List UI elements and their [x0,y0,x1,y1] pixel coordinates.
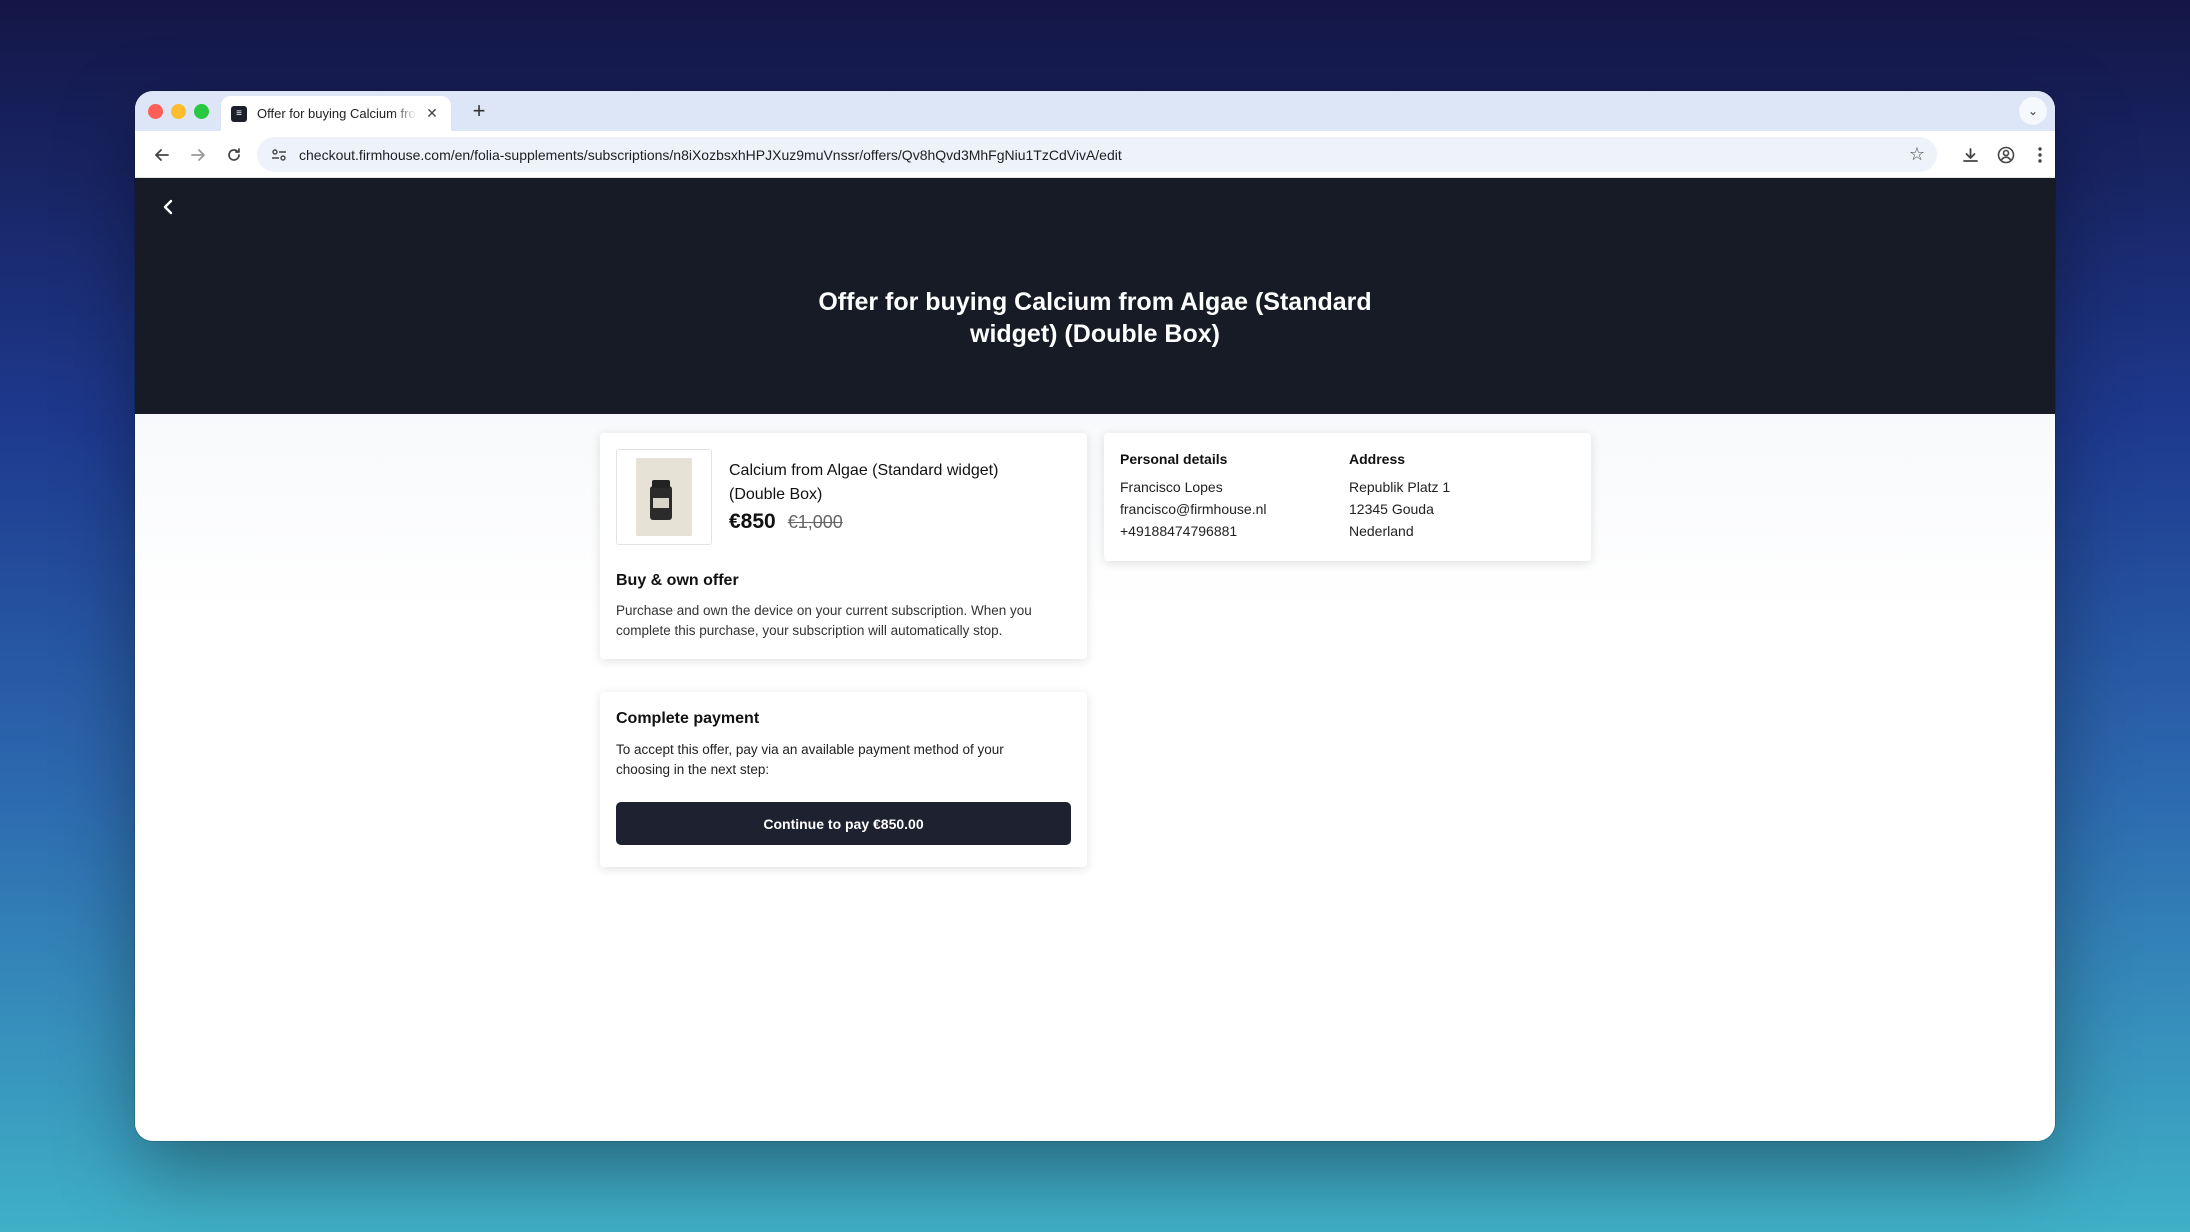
offer-price: €850 [729,510,776,533]
address-country: Nederland [1349,523,1414,539]
reload-icon[interactable] [219,140,249,170]
payment-title: Complete payment [616,710,760,727]
back-arrow-icon[interactable] [147,140,177,170]
close-tab-icon[interactable]: ✕ [423,105,441,122]
kebab-menu-icon[interactable] [2025,140,2055,170]
price-row: €850 €1,000 [729,510,843,534]
product-card: Calcium from Algae (Standard widget) (Do… [600,433,1087,659]
address-section: Address Republik Platz 1 12345 Gouda Ned… [1349,451,1450,542]
personal-details-heading: Personal details [1120,451,1228,467]
page-header: Offer for buying Calcium from Algae (Sta… [135,178,2055,414]
customer-name: Francisco Lopes [1120,479,1223,495]
offer-title: Buy & own offer [616,572,739,589]
product-jar-image [650,480,672,520]
maximize-window-button[interactable] [194,104,209,119]
original-price: €1,000 [787,512,843,532]
address-city: 12345 Gouda [1349,501,1434,517]
address-street: Republik Platz 1 [1349,479,1451,495]
product-image [616,449,712,545]
browser-toolbar: checkout.firmhouse.com/en/folia-suppleme… [135,131,2055,178]
forward-arrow-icon[interactable] [183,140,213,170]
continue-to-pay-button[interactable]: Continue to pay €850.00 [616,802,1071,845]
active-tab[interactable]: ≡ Offer for buying Calcium from Algae (S… [221,96,451,131]
site-info-icon[interactable] [269,145,289,165]
tab-search-button[interactable]: ⌄ [2019,97,2047,125]
product-name: Calcium from Algae (Standard widget) (Do… [729,462,999,503]
payment-description: To accept this offer, pay via an availab… [616,742,1004,777]
new-tab-button[interactable]: + [465,98,493,124]
product-package-image [636,458,692,536]
browser-window: ≡ Offer for buying Calcium from Algae (S… [135,91,2055,1141]
bookmark-star-icon[interactable]: ☆ [1909,144,1925,165]
download-icon[interactable] [1955,140,1985,170]
close-window-button[interactable] [148,104,163,119]
page-content: Offer for buying Calcium from Algae (Sta… [135,178,2055,1141]
personal-details-section: Personal details Francisco Lopes francis… [1120,451,1267,542]
payment-card: Complete payment To accept this offer, p… [600,692,1087,867]
offer-description: Purchase and own the device on your curr… [616,603,1032,638]
customer-details-card: Personal details Francisco Lopes francis… [1104,433,1591,561]
favicon-icon: ≡ [231,105,247,122]
address-heading: Address [1349,451,1406,467]
customer-phone: +49188474796881 [1120,523,1238,539]
profile-icon[interactable] [1991,140,2021,170]
minimize-window-button[interactable] [171,104,186,119]
customer-email: francisco@firmhouse.nl [1120,501,1267,517]
back-chevron-icon[interactable] [153,192,183,222]
page-title: Offer for buying Calcium from Algae (Sta… [818,288,1372,348]
tab-title: Offer for buying Calcium from Algae (Sta… [257,106,417,121]
address-bar[interactable]: checkout.firmhouse.com/en/folia-suppleme… [257,137,1937,172]
tab-strip: ≡ Offer for buying Calcium from Algae (S… [135,91,2055,131]
url-text: checkout.firmhouse.com/en/folia-suppleme… [299,146,1122,163]
